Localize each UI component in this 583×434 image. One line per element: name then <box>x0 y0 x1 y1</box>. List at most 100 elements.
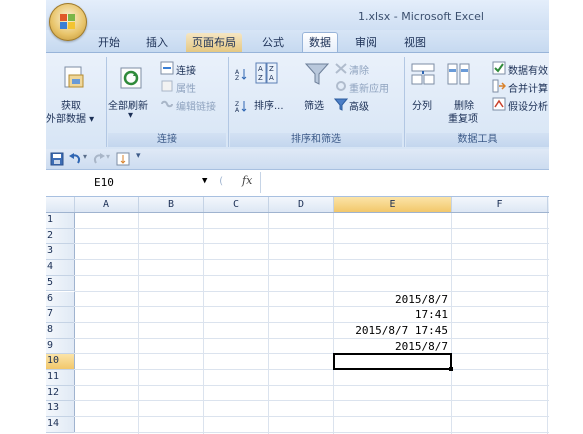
column-header-c[interactable]: C <box>204 197 269 212</box>
connections-group-label: 连接 <box>108 133 226 147</box>
cell-e6[interactable]: 2015/8/7 <box>274 294 448 305</box>
title-bar: 1.xlsx - Microsoft Excel <box>46 0 549 30</box>
edit-links-button[interactable]: 编辑链接 <box>176 98 216 113</box>
save-icon[interactable] <box>50 152 64 166</box>
data-validation-button[interactable]: 数据有效 <box>508 62 548 77</box>
row-header-7[interactable]: 7 <box>46 307 75 323</box>
tab-formulas[interactable]: 公式 <box>256 33 290 52</box>
row-header-10[interactable]: 10 <box>46 354 75 370</box>
column-header-a[interactable]: A <box>74 197 139 212</box>
row-header-8[interactable]: 8 <box>46 322 75 339</box>
fill-handle[interactable] <box>449 367 453 371</box>
name-box-dropdown-icon[interactable]: ▼ <box>202 173 207 190</box>
column-header-e[interactable]: E <box>334 197 452 212</box>
data-tools-group-label: 数据工具 <box>406 133 549 147</box>
tab-data[interactable]: 数据 <box>302 32 338 52</box>
clear-button[interactable]: 清除 <box>349 62 369 77</box>
excel-window: 1.xlsx - Microsoft Excel 开始 插入 页面布局 公式 数… <box>46 0 549 434</box>
row-header-11[interactable]: 11 <box>46 370 75 386</box>
what-if-button[interactable]: 假设分析 <box>508 98 548 113</box>
get-external-data-label-2[interactable]: 外部数据 ▾ <box>46 110 94 125</box>
consolidate-icon <box>492 79 506 93</box>
redo-icon[interactable] <box>92 152 106 166</box>
advanced-filter-button[interactable]: 高级 <box>349 98 369 113</box>
edit-links-icon <box>161 100 173 108</box>
what-if-icon <box>492 97 506 111</box>
column-headers: ABCDEF <box>46 197 549 213</box>
tab-home[interactable]: 开始 <box>92 33 126 52</box>
undo-dropdown-icon[interactable]: ▾ <box>83 152 87 161</box>
row-header-4[interactable]: 4 <box>46 260 75 276</box>
remove-duplicates-icon <box>447 63 470 85</box>
redo-dropdown-icon[interactable]: ▾ <box>106 152 110 161</box>
connections-button[interactable]: 连接 <box>176 62 196 77</box>
office-button[interactable] <box>49 3 87 41</box>
tab-review[interactable]: 审阅 <box>349 33 383 52</box>
sort-button[interactable]: 排序... <box>254 97 284 112</box>
advanced-filter-icon <box>334 98 348 111</box>
cell-e7[interactable]: 17:41 <box>274 309 448 320</box>
active-cell[interactable] <box>333 353 452 370</box>
column-header-d[interactable]: D <box>269 197 334 212</box>
name-box-value[interactable]: E10 <box>94 174 114 191</box>
row-header-1[interactable]: 1 <box>46 213 75 229</box>
reapply-button[interactable]: 重新应用 <box>349 80 389 95</box>
svg-text:Z: Z <box>258 74 263 82</box>
tab-page-layout[interactable]: 页面布局 <box>186 33 242 52</box>
svg-text:A: A <box>235 107 240 113</box>
filter-button[interactable]: 筛选 <box>304 97 324 112</box>
properties-icon <box>161 80 173 92</box>
filter-icon <box>304 63 330 85</box>
ribbon-tabs: 开始 插入 页面布局 公式 数据 审阅 视图 <box>46 30 549 52</box>
quick-access-toolbar: ▾ ▾ ▾ <box>46 149 549 170</box>
clear-icon <box>335 63 347 74</box>
refresh-all-dropdown[interactable]: ▾ <box>128 110 133 121</box>
worksheet-grid: ABCDEF 1 2 3 4 5 6 7 8 9 10 11 12 13 14 2015/8/7 17:41… <box>46 197 549 434</box>
tab-view[interactable]: 视图 <box>398 33 432 52</box>
window-title: 1.xlsx - Microsoft Excel <box>358 10 484 23</box>
data-validation-icon <box>492 61 506 75</box>
tab-insert[interactable]: 插入 <box>140 33 174 52</box>
connections-icon <box>160 61 174 75</box>
reapply-icon <box>336 81 346 91</box>
text-to-columns-icon <box>411 63 435 85</box>
consolidate-button[interactable]: 合并计算 <box>508 80 548 95</box>
svg-text:A: A <box>258 65 263 73</box>
sort-quick-icon[interactable] <box>116 152 130 166</box>
properties-button[interactable]: 属性 <box>176 80 196 95</box>
name-box[interactable]: E10 ▼ ( <box>90 174 240 191</box>
cancel-formula-icon[interactable]: ( <box>218 173 224 190</box>
column-header-b[interactable]: B <box>139 197 204 212</box>
row-header-14[interactable]: 14 <box>46 417 75 433</box>
formula-input[interactable] <box>260 172 549 193</box>
sort-desc-icon[interactable]: ZA <box>234 99 248 113</box>
undo-icon[interactable] <box>68 152 82 166</box>
text-to-columns-button[interactable]: 分列 <box>412 97 432 112</box>
cell-e9[interactable]: 2015/8/7 <box>274 341 448 352</box>
refresh-all-icon <box>120 67 142 89</box>
select-all-corner[interactable] <box>46 197 75 212</box>
row-header-13[interactable]: 13 <box>46 401 75 418</box>
row-header-3[interactable]: 3 <box>46 244 75 261</box>
row-header-5[interactable]: 5 <box>46 275 75 292</box>
column-header-f[interactable]: F <box>452 197 548 212</box>
external-data-icon <box>64 66 84 88</box>
svg-text:Z: Z <box>269 65 274 73</box>
sort-asc-icon[interactable]: AZ <box>234 67 248 81</box>
remove-duplicates-label-2[interactable]: 重复项 <box>448 110 478 125</box>
row-header-6[interactable]: 6 <box>46 291 75 308</box>
customize-qat-icon[interactable]: ▾ <box>136 151 141 161</box>
row-header-9[interactable]: 9 <box>46 338 75 355</box>
fx-icon[interactable]: fx <box>242 174 252 187</box>
svg-text:Z: Z <box>235 75 239 81</box>
cell-e8[interactable]: 2015/8/7 17:45 <box>274 325 448 336</box>
sort-filter-group-label: 排序和筛选 <box>230 133 402 147</box>
row-header-2[interactable]: 2 <box>46 228 75 245</box>
ribbon-data: 获取 外部数据 ▾ 全部刷新 ▾ 连接 属性 编辑链接 连接 AZ Z A A … <box>46 52 549 150</box>
cell-area[interactable]: 2015/8/7 17:41 2015/8/7 17:45 2015/8/7 <box>74 213 549 434</box>
office-logo-icon <box>60 14 76 30</box>
sort-dialog-icon: AZ ZA <box>255 62 278 84</box>
svg-text:A: A <box>269 74 274 82</box>
row-header-12[interactable]: 12 <box>46 385 75 402</box>
formula-bar: E10 ▼ ( fx <box>46 170 549 197</box>
